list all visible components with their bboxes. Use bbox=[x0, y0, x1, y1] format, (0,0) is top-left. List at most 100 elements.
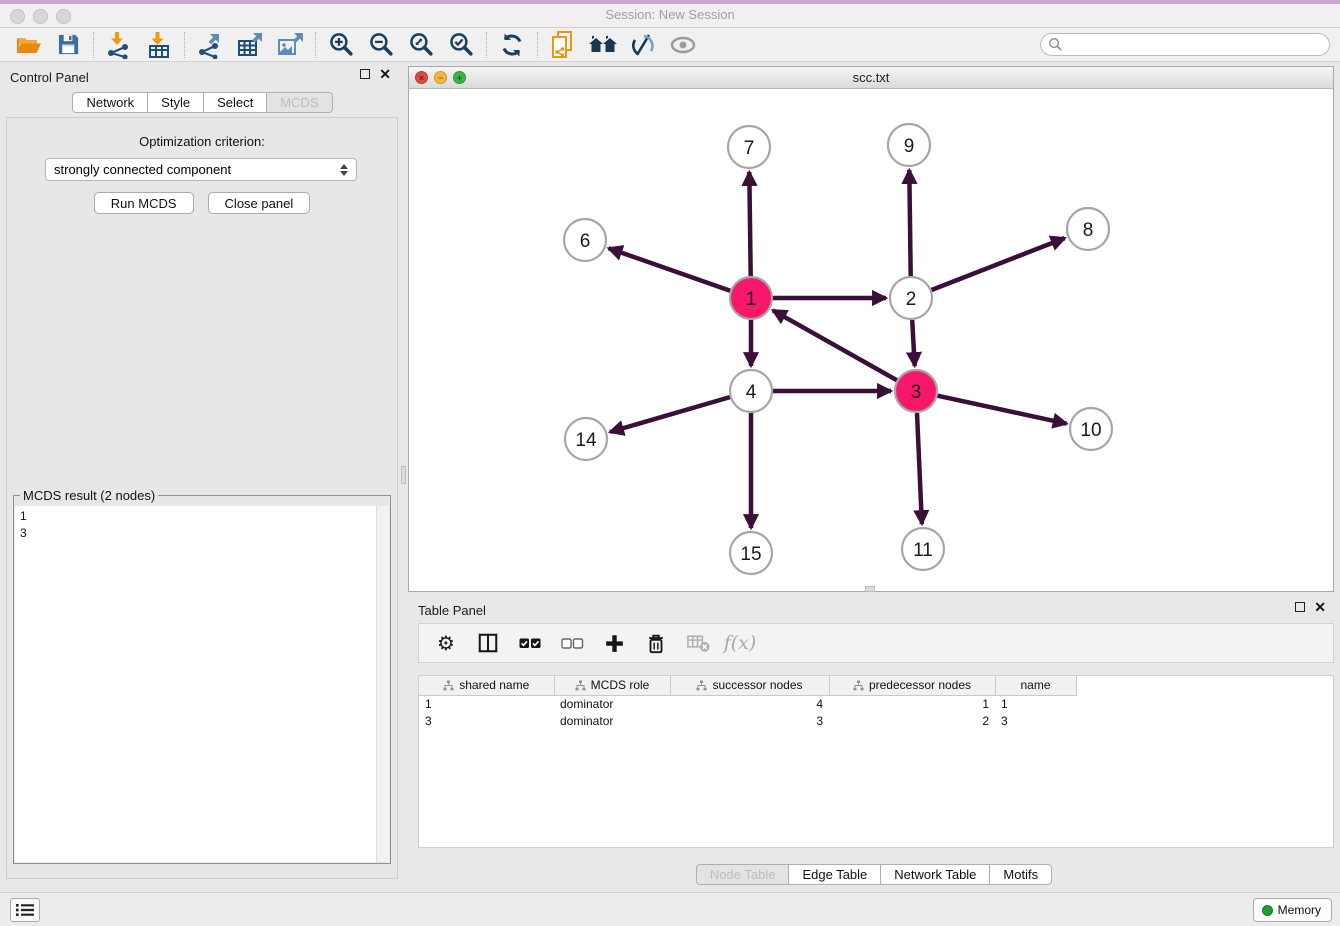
criterion-dropdown[interactable]: strongly connected component bbox=[45, 158, 357, 181]
task-history-button[interactable] bbox=[10, 898, 40, 922]
graph-node-9[interactable]: 9 bbox=[888, 124, 930, 166]
graph-node-2[interactable]: 2 bbox=[890, 277, 932, 319]
memory-label: Memory bbox=[1278, 903, 1321, 917]
column-header-mcds-role[interactable]: MCDS role bbox=[554, 676, 670, 695]
zoom-out-button[interactable] bbox=[361, 29, 401, 61]
tab-edge-table[interactable]: Edge Table bbox=[788, 864, 881, 885]
open-session-button[interactable] bbox=[8, 29, 48, 61]
tab-network[interactable]: Network bbox=[72, 92, 148, 113]
graph-node-8[interactable]: 8 bbox=[1067, 208, 1109, 250]
network-maximize-button[interactable]: + bbox=[453, 71, 466, 84]
network-resize-handle[interactable] bbox=[865, 586, 875, 592]
network-minimize-button[interactable]: − bbox=[434, 71, 447, 84]
fx-icon: f(x) bbox=[724, 632, 757, 654]
result-line: 1 bbox=[20, 508, 376, 525]
cell-shared-name[interactable]: 1 bbox=[419, 695, 554, 712]
table-row[interactable]: 1 dominator 4 1 1 bbox=[419, 695, 1333, 712]
cell-shared-name[interactable]: 3 bbox=[419, 712, 554, 729]
hide-graphics-details-button[interactable] bbox=[623, 29, 663, 61]
cell-name[interactable]: 3 bbox=[995, 712, 1076, 729]
export-network-button[interactable] bbox=[190, 29, 230, 61]
column-header-predecessor-nodes[interactable]: predecessor nodes bbox=[829, 676, 995, 695]
mcds-result-text[interactable]: 1 3 bbox=[15, 506, 376, 862]
table-row[interactable]: 3 dominator 3 2 3 bbox=[419, 712, 1333, 729]
splitter-handle[interactable] bbox=[401, 466, 406, 484]
plus-icon bbox=[604, 633, 625, 654]
show-columns-button[interactable] bbox=[471, 627, 505, 659]
zoom-selected-button[interactable] bbox=[441, 29, 481, 61]
svg-text:15: 15 bbox=[740, 544, 761, 565]
graph-edge-1-6[interactable] bbox=[609, 248, 731, 291]
graph-node-10[interactable]: 10 bbox=[1070, 408, 1112, 450]
column-header-shared-name[interactable]: shared name bbox=[419, 676, 554, 695]
graph-node-11[interactable]: 11 bbox=[902, 528, 944, 570]
panel-splitter[interactable] bbox=[400, 62, 408, 892]
create-column-button[interactable] bbox=[597, 627, 631, 659]
cell-name[interactable]: 1 bbox=[995, 695, 1076, 712]
delete-table-button[interactable] bbox=[681, 627, 715, 659]
tab-node-table[interactable]: Node Table bbox=[696, 864, 790, 885]
node-table[interactable]: shared name MCDS role successor nodes pr… bbox=[418, 675, 1334, 848]
tab-mcds[interactable]: MCDS bbox=[266, 92, 332, 113]
cell-mcds-role[interactable]: dominator bbox=[554, 695, 670, 712]
save-session-button[interactable] bbox=[48, 29, 88, 61]
table-panel: Table Panel ✕ ⚙ f(x) bbox=[408, 595, 1340, 892]
run-mcds-button[interactable]: Run MCDS bbox=[94, 192, 194, 214]
function-builder-button[interactable]: f(x) bbox=[723, 627, 757, 659]
graph-node-1[interactable]: 1 bbox=[730, 277, 772, 319]
close-panel-button[interactable]: Close panel bbox=[208, 192, 311, 214]
tab-motifs[interactable]: Motifs bbox=[989, 864, 1052, 885]
network-window-controls[interactable]: × − + bbox=[415, 71, 466, 84]
clone-network-button[interactable] bbox=[543, 29, 583, 61]
table-settings-button[interactable]: ⚙ bbox=[429, 627, 463, 659]
unselect-all-columns-button[interactable] bbox=[555, 627, 589, 659]
search-input[interactable] bbox=[1063, 35, 1329, 54]
graph-edge-2-9[interactable] bbox=[909, 170, 910, 276]
tab-network-table[interactable]: Network Table bbox=[880, 864, 990, 885]
close-panel-icon[interactable]: ✕ bbox=[379, 69, 391, 79]
graph-edge-2-8[interactable] bbox=[932, 238, 1065, 290]
graph-node-7[interactable]: 7 bbox=[728, 126, 770, 168]
delete-columns-button[interactable] bbox=[639, 627, 673, 659]
select-all-columns-button[interactable] bbox=[513, 627, 547, 659]
zoom-fit-button[interactable] bbox=[401, 29, 441, 61]
result-scrollbar[interactable] bbox=[376, 506, 389, 862]
cell-predecessor-nodes[interactable]: 1 bbox=[829, 695, 995, 712]
graph-node-3[interactable]: 3 bbox=[895, 370, 937, 412]
network-close-button[interactable]: × bbox=[415, 71, 428, 84]
graph-node-4[interactable]: 4 bbox=[730, 370, 772, 412]
refresh-view-button[interactable] bbox=[492, 29, 532, 61]
column-header-successor-nodes[interactable]: successor nodes bbox=[670, 676, 829, 695]
import-network-button[interactable] bbox=[99, 29, 139, 61]
home-button[interactable] bbox=[583, 29, 623, 61]
search-field[interactable] bbox=[1040, 33, 1330, 56]
export-image-button[interactable] bbox=[270, 29, 310, 61]
graph-edge-3-1[interactable] bbox=[773, 310, 897, 380]
cell-successor-nodes[interactable]: 4 bbox=[670, 695, 829, 712]
float-table-panel-icon[interactable] bbox=[1295, 602, 1305, 612]
cell-predecessor-nodes[interactable]: 2 bbox=[829, 712, 995, 729]
graph-edge-1-7[interactable] bbox=[749, 172, 750, 276]
tab-style[interactable]: Style bbox=[147, 92, 204, 113]
export-table-button[interactable] bbox=[230, 29, 270, 61]
import-table-button[interactable] bbox=[139, 29, 179, 61]
zoom-in-button[interactable] bbox=[321, 29, 361, 61]
cell-successor-nodes[interactable]: 3 bbox=[670, 712, 829, 729]
column-header-name[interactable]: name bbox=[995, 676, 1076, 695]
show-graphics-details-button[interactable] bbox=[663, 29, 703, 61]
float-panel-icon[interactable] bbox=[360, 69, 370, 79]
tab-select[interactable]: Select bbox=[203, 92, 267, 113]
graph-edge-2-3[interactable] bbox=[912, 320, 915, 366]
network-graph[interactable]: 7 9 6 8 1 2 4 3 14 10 15 11 bbox=[409, 89, 1333, 591]
memory-button[interactable]: Memory bbox=[1253, 898, 1332, 922]
graph-node-15[interactable]: 15 bbox=[730, 532, 772, 574]
graph-edge-3-11[interactable] bbox=[917, 413, 922, 524]
cell-mcds-role[interactable]: dominator bbox=[554, 712, 670, 729]
graph-node-6[interactable]: 6 bbox=[564, 219, 606, 261]
graph-node-14[interactable]: 14 bbox=[565, 418, 607, 460]
network-canvas[interactable]: 7 9 6 8 1 2 4 3 14 10 15 11 bbox=[409, 89, 1333, 591]
graph-edge-3-10[interactable] bbox=[938, 396, 1067, 424]
network-window-titlebar[interactable]: × − + scc.txt bbox=[409, 67, 1333, 89]
close-table-panel-icon[interactable]: ✕ bbox=[1314, 602, 1326, 612]
graph-edge-4-14[interactable] bbox=[610, 397, 730, 432]
